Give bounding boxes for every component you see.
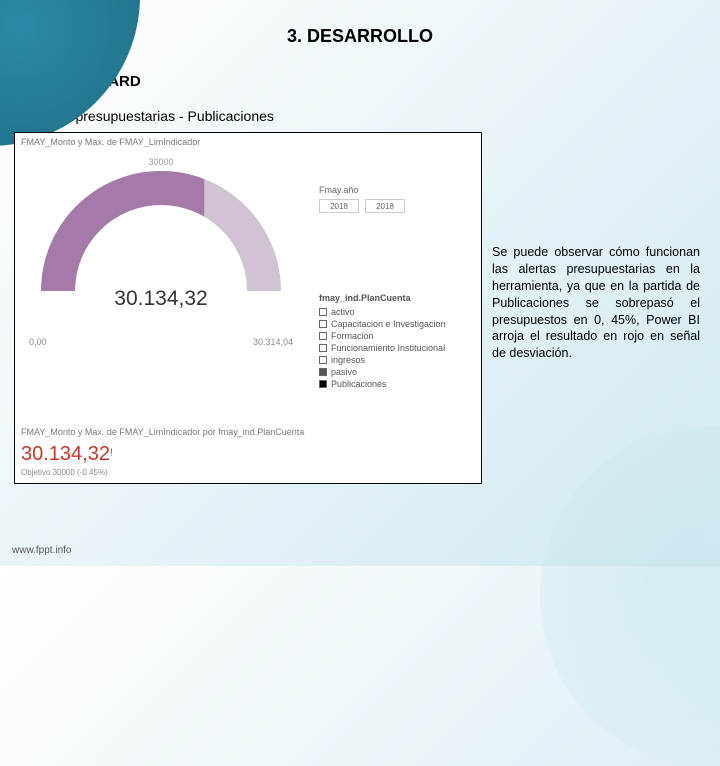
legend-item[interactable]: Capacitacion e Investigacion: [319, 319, 446, 329]
year-to-input[interactable]: 2018: [365, 199, 405, 213]
checkbox-icon[interactable]: [319, 380, 327, 388]
legend-item-label: ingresos: [331, 355, 365, 365]
legend-item-label: Publicaciones: [331, 379, 387, 389]
gauge-chart: 30000 30.134,32 0,00 30.314,04: [21, 157, 301, 317]
kpi-header: FMAY_Monto y Max. de FMAY_LimIndicador p…: [21, 427, 475, 437]
legend-item-label: Funcionamiento Institucional: [331, 343, 445, 353]
gauge-min-label: 0,00: [29, 337, 47, 347]
legend-item[interactable]: Funcionamiento Institucional: [319, 343, 446, 353]
gauge-header: FMAY_Monto y Max. de FMAY_LimIndicador: [15, 133, 481, 151]
legend-item-label: activo: [331, 307, 355, 317]
footer-url: www.fppt.info: [12, 545, 71, 556]
checkbox-icon[interactable]: [319, 332, 327, 340]
kpi-subtext: Objetivo 30000 (-0.45%): [21, 468, 475, 477]
gauge-range-label: 30.314,04: [253, 337, 293, 347]
legend: fmay_ind.PlanCuenta activo Capacitacion e…: [319, 293, 446, 391]
year-filter: Fmay.año 2018 2018: [319, 185, 405, 213]
filter-label: Fmay.año: [319, 185, 405, 195]
checkbox-icon[interactable]: [319, 344, 327, 352]
checkbox-icon[interactable]: [319, 320, 327, 328]
gauge-value: 30.134,32: [114, 287, 207, 311]
kpi-indicator-icon: !: [110, 448, 113, 459]
checkbox-icon[interactable]: [319, 356, 327, 364]
dashboard-panel: FMAY_Monto y Max. de FMAY_LimIndicador 3…: [14, 132, 482, 484]
legend-item[interactable]: pasivo: [319, 367, 446, 377]
gauge-max-label: 30000: [148, 157, 173, 167]
legend-title: fmay_ind.PlanCuenta: [319, 293, 446, 303]
kpi-block: FMAY_Monto y Max. de FMAY_LimIndicador p…: [21, 427, 475, 477]
legend-item-label: pasivo: [331, 367, 357, 377]
legend-item[interactable]: Publicaciones: [319, 379, 446, 389]
legend-item-label: Capacitacion e Investigacion: [331, 319, 446, 329]
kpi-value: 30.134,32: [21, 443, 110, 465]
subtitle: Alertas presupuestarias - Publicaciones: [28, 108, 720, 124]
checkbox-icon[interactable]: [319, 308, 327, 316]
legend-item[interactable]: Formacion: [319, 331, 446, 341]
legend-item[interactable]: activo: [319, 307, 446, 317]
checkbox-icon[interactable]: [319, 368, 327, 376]
section-title: 3.4. DASHBOARD: [14, 73, 720, 90]
year-from-input[interactable]: 2018: [319, 199, 359, 213]
legend-item-label: Formacion: [331, 331, 374, 341]
legend-item[interactable]: ingresos: [319, 355, 446, 365]
